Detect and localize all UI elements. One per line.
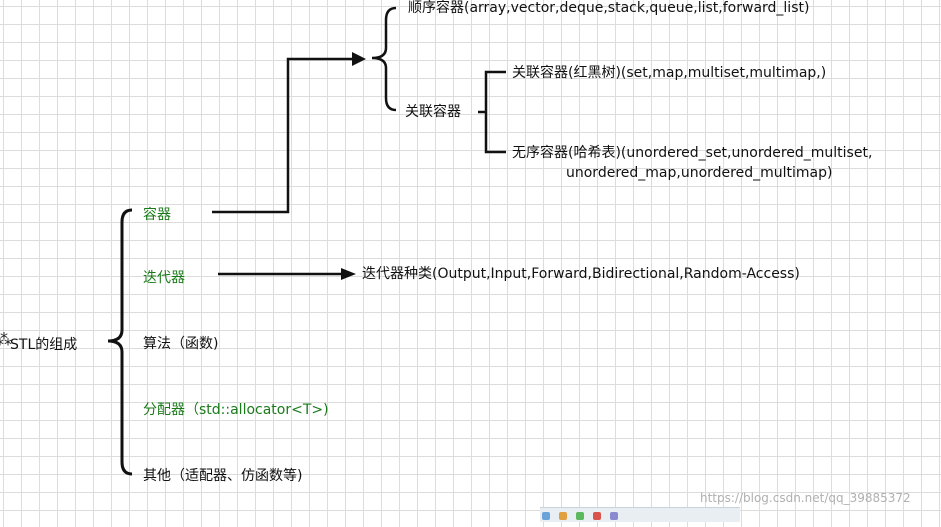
taskbar-app-icon[interactable] (576, 512, 585, 520)
sequence-containers: 顺序容器(array,vector,deque,stack,queue,list… (408, 0, 810, 16)
component-iterators: 迭代器 (143, 270, 185, 286)
taskbar-app-icon[interactable] (610, 512, 619, 520)
root-label: STL的组成 (10, 337, 78, 353)
taskbar-app-icon[interactable] (559, 512, 568, 520)
unordered-associative-line1: 无序容器(哈希表)(unordered_set,unordered_multis… (512, 145, 873, 161)
iterator-kinds: 迭代器种类(Output,Input,Forward,Bidirectional… (362, 266, 800, 282)
container-types-brace (371, 6, 397, 112)
watermark: https://blog.csdn.net/qq_39885372 (700, 491, 911, 505)
iterator-arrow-head (341, 268, 356, 280)
ordered-associative: 关联容器(红黑树)(set,map,multiset,multimap,) (512, 65, 827, 81)
taskbar-app-icon[interactable] (542, 512, 550, 520)
component-others: 其他（适配器、仿函数等) (143, 468, 303, 484)
component-allocator: 分配器（std::allocator<T>) (143, 402, 329, 418)
associative-bracket (478, 70, 506, 154)
components-brace (107, 208, 133, 476)
containers-arrow-head (352, 52, 366, 66)
associative-containers: 关联容器 (405, 104, 461, 120)
unordered-associative-line2: unordered_map,unordered_multimap) (566, 165, 833, 181)
containers-arrow (212, 57, 352, 214)
component-containers: 容器 (143, 207, 171, 223)
taskbar-strip (540, 507, 740, 522)
component-algorithms: 算法（函数) (143, 336, 219, 352)
taskbar-app-icon[interactable] (593, 512, 602, 520)
